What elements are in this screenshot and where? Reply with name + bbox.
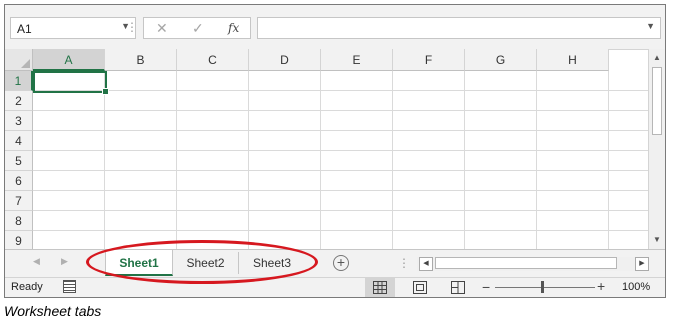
row-header-3[interactable]: 3 (5, 111, 33, 131)
column-header-f[interactable]: F (393, 49, 465, 71)
macro-record-icon[interactable] (63, 280, 76, 293)
row-header-5[interactable]: 5 (5, 151, 33, 171)
scroll-right-icon[interactable]: ▶ (635, 257, 649, 271)
status-bar: Ready − + 100% (5, 277, 665, 297)
formula-input[interactable]: ▼ (257, 17, 661, 39)
zoom-slider-thumb[interactable] (541, 281, 544, 293)
formula-bar-area: A1 ▼ ⋮ ✕ ✓ fx ▼ (5, 5, 665, 50)
cell-area[interactable] (33, 71, 648, 249)
normal-view-button[interactable] (365, 278, 395, 297)
column-header-d[interactable]: D (249, 49, 321, 71)
status-ready: Ready (11, 281, 43, 293)
normal-view-icon (373, 281, 387, 294)
excel-window: A1 ▼ ⋮ ✕ ✓ fx ▼ ABCDEFGH 123456789 ▲ ▼ ◀… (4, 4, 666, 298)
page-break-view-button[interactable] (443, 278, 473, 297)
scroll-left-icon[interactable]: ◀ (419, 257, 433, 271)
row-header-8[interactable]: 8 (5, 211, 33, 231)
zoom-level[interactable]: 100% (622, 281, 650, 293)
zoom-slider[interactable] (495, 287, 595, 288)
expand-formula-icon[interactable]: ▼ (646, 21, 655, 31)
enter-icon[interactable]: ✓ (192, 20, 204, 37)
select-all-button[interactable] (5, 49, 33, 71)
row-header-2[interactable]: 2 (5, 91, 33, 111)
row-header-9[interactable]: 9 (5, 231, 33, 249)
column-header-a[interactable]: A (33, 49, 105, 71)
column-header-g[interactable]: G (465, 49, 537, 71)
row-header-6[interactable]: 6 (5, 171, 33, 191)
vertical-scrollbar[interactable]: ▲ ▼ (648, 49, 665, 249)
column-header-h[interactable]: H (537, 49, 609, 71)
insert-function-icon[interactable]: fx (228, 21, 239, 35)
sheet-tab-sheet3[interactable]: Sheet3 (239, 252, 305, 274)
scroll-up-icon[interactable]: ▲ (649, 51, 665, 65)
sheet-tab-sheet1[interactable]: Sheet1 (105, 250, 173, 276)
row-header-1[interactable]: 1 (5, 71, 33, 91)
vertical-dots-icon[interactable]: ⋮ (126, 20, 138, 34)
row-header-4[interactable]: 4 (5, 131, 33, 151)
figure-caption: Worksheet tabs (4, 303, 102, 319)
page-layout-icon (413, 281, 427, 294)
formula-buttons: ✕ ✓ fx (143, 17, 251, 39)
horizontal-scrollbar[interactable]: ◀ ▶ (417, 257, 649, 271)
column-header-c[interactable]: C (177, 49, 249, 71)
page-break-icon (451, 281, 465, 294)
column-header-b[interactable]: B (105, 49, 177, 71)
worksheet-grid: ABCDEFGH 123456789 (5, 49, 648, 249)
sheet-tab-sheet2[interactable]: Sheet2 (173, 252, 239, 274)
tab-scroll-left-icon[interactable]: ◀ (33, 256, 40, 267)
cancel-icon[interactable]: ✕ (156, 20, 168, 37)
name-box-value: A1 (17, 22, 32, 36)
column-header-e[interactable]: E (321, 49, 393, 71)
zoom-in-button[interactable]: + (597, 278, 605, 294)
name-box[interactable]: A1 ▼ (10, 17, 136, 39)
tab-scroll-right-icon[interactable]: ▶ (61, 256, 68, 267)
horizontal-scroll-thumb[interactable] (435, 257, 617, 269)
scroll-down-icon[interactable]: ▼ (649, 233, 665, 247)
vertical-dots-icon[interactable]: ⋮ (398, 256, 410, 270)
add-sheet-icon[interactable]: + (333, 255, 349, 271)
zoom-out-button[interactable]: − (482, 279, 490, 295)
active-cell-outline[interactable] (33, 71, 109, 95)
vertical-scroll-thumb[interactable] (652, 67, 662, 135)
page-layout-view-button[interactable] (405, 278, 435, 297)
sheet-tab-bar: ◀ ▶ Sheet1 Sheet2 Sheet3 + ⋮ ◀ ▶ (5, 249, 665, 277)
row-header-7[interactable]: 7 (5, 191, 33, 211)
